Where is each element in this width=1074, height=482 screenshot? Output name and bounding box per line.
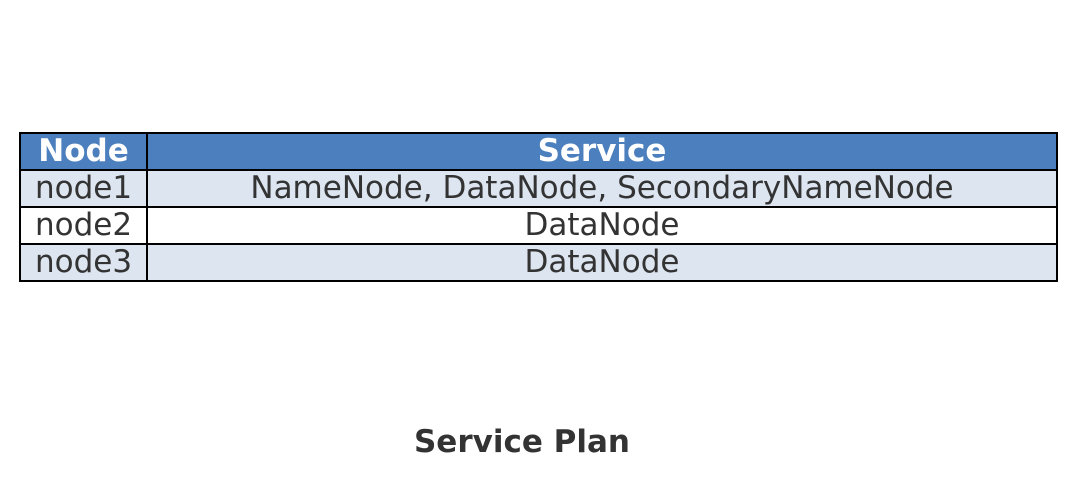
table-header-row: Node Service bbox=[19, 132, 1058, 171]
node-cell: node3 bbox=[19, 243, 148, 282]
service-cell: NameNode, DataNode, SecondaryNameNode bbox=[146, 169, 1058, 208]
service-cell: DataNode bbox=[146, 206, 1058, 245]
node-cell: node1 bbox=[19, 169, 148, 208]
table-row: node2 DataNode bbox=[19, 206, 1058, 245]
service-cell: DataNode bbox=[146, 243, 1058, 282]
chart-title: Service Plan bbox=[413, 424, 630, 460]
service-plan-table-container: Node Service node1 NameNode, DataNode, S… bbox=[19, 132, 1058, 282]
service-plan-table: Node Service node1 NameNode, DataNode, S… bbox=[19, 132, 1058, 282]
table-row: node3 DataNode bbox=[19, 243, 1058, 282]
node-cell: node2 bbox=[19, 206, 148, 245]
column-header-node: Node bbox=[19, 132, 148, 171]
column-header-service: Service bbox=[146, 132, 1058, 171]
table-row: node1 NameNode, DataNode, SecondaryNameN… bbox=[19, 169, 1058, 208]
